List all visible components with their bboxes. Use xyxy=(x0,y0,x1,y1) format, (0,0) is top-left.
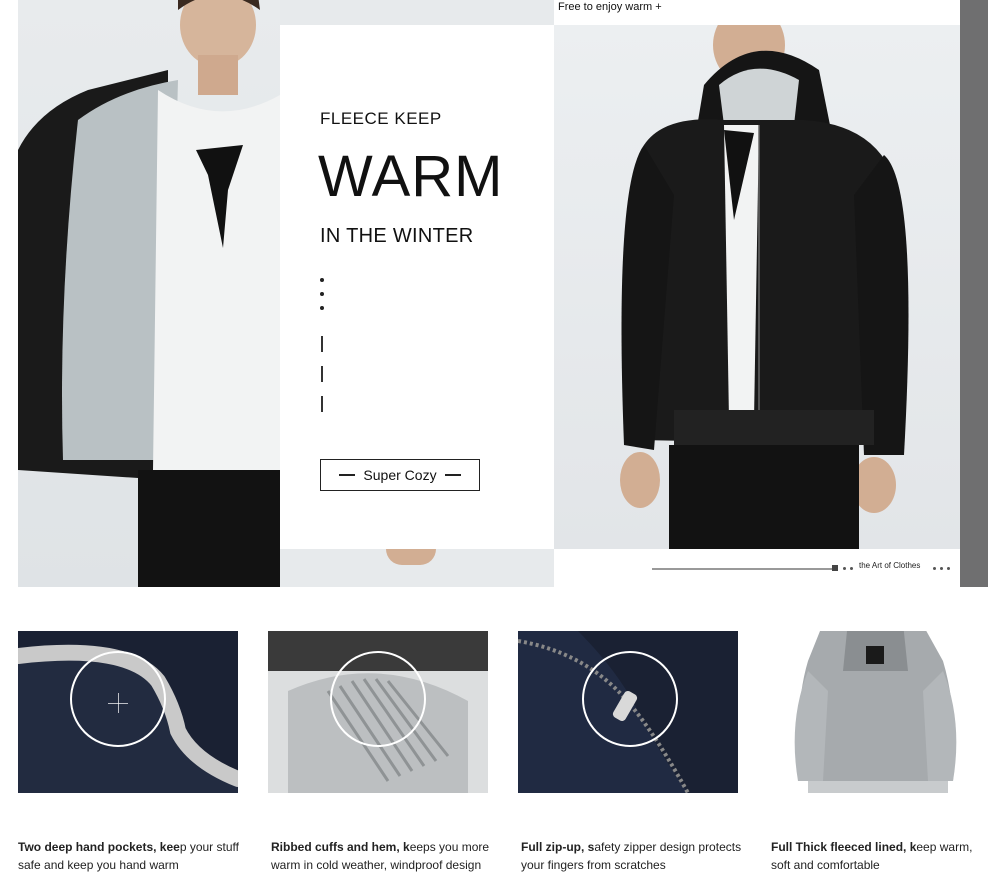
feature-text-cuff: Ribbed cuffs and hem, keeps you more war… xyxy=(271,838,506,874)
feature-text-zipper: Full zip-up, safety zipper design protec… xyxy=(521,838,756,874)
decor-dot xyxy=(320,306,324,310)
banner-footer: the Art of Clothes xyxy=(554,549,960,587)
slider-handle[interactable] xyxy=(832,565,838,571)
feature-image-fleece xyxy=(768,631,988,793)
model-photo-left xyxy=(18,0,280,587)
pager-dot[interactable] xyxy=(843,567,846,570)
model-photo-right xyxy=(554,25,960,549)
feature-text-bold: Full zip-up, s xyxy=(521,840,595,854)
decor-bar xyxy=(321,366,323,382)
feature-text-bold: Ribbed cuffs and hem, k xyxy=(271,840,410,854)
super-cozy-button[interactable]: Super Cozy xyxy=(320,459,480,491)
pager-dot[interactable] xyxy=(940,567,943,570)
dash-icon xyxy=(444,474,461,476)
slider-track[interactable] xyxy=(652,568,832,570)
banner-text-card: FLEECE KEEP WARM IN THE WINTER Super Coz… xyxy=(280,25,554,549)
hero-banner: FLEECE KEEP WARM IN THE WINTER Super Coz… xyxy=(18,0,960,587)
fleece-lining-icon xyxy=(768,631,988,793)
feature-text-bold: Full Thick fleeced lined, k xyxy=(771,840,917,854)
focus-ring xyxy=(330,651,426,747)
feature-image-cuff xyxy=(268,631,488,793)
brand-caption: the Art of Clothes xyxy=(859,561,921,570)
decor-dot xyxy=(320,292,324,296)
decor-bar xyxy=(321,396,323,412)
feature-text-pocket: Two deep hand pockets, keep your stuff s… xyxy=(18,838,253,874)
hand-detail xyxy=(386,549,436,565)
focus-ring xyxy=(582,651,678,747)
super-cozy-label: Super Cozy xyxy=(363,467,437,483)
decor-dot xyxy=(320,278,324,282)
banner-line-3: IN THE WINTER xyxy=(320,225,474,247)
feature-text-bold: Two deep hand pockets, kee xyxy=(18,840,180,854)
banner-top-bar: Free to enjoy warm + xyxy=(554,0,960,25)
pager-dot[interactable] xyxy=(850,567,853,570)
pager-dot[interactable] xyxy=(933,567,936,570)
pager-dot[interactable] xyxy=(947,567,950,570)
right-model-illustration xyxy=(620,25,909,549)
crosshair xyxy=(118,693,119,713)
banner-headline: WARM xyxy=(318,144,504,209)
top-bar-text: Free to enjoy warm + xyxy=(558,1,662,13)
banner-line-1: FLEECE KEEP xyxy=(320,109,442,128)
feature-text-fleece: Full Thick fleeced lined, keep warm, sof… xyxy=(771,838,991,874)
scroll-strip xyxy=(960,0,988,587)
left-model-illustration xyxy=(18,0,280,587)
dash-icon xyxy=(339,474,356,476)
feature-image-pocket xyxy=(18,631,238,793)
decor-bar xyxy=(321,336,323,352)
feature-image-zipper xyxy=(518,631,738,793)
